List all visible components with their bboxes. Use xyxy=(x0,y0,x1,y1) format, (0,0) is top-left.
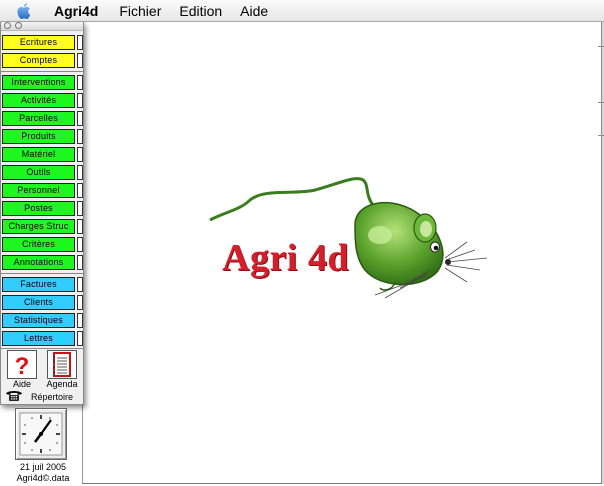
menu-bar: Agri4d Fichier Edition Aide xyxy=(0,0,604,22)
collapse-icon[interactable] xyxy=(15,22,22,29)
palette-btn-postes[interactable]: Postes xyxy=(2,201,75,216)
palette-divider xyxy=(1,348,83,349)
palette-btn-charges-struc[interactable]: Charges Struc xyxy=(2,219,75,234)
close-icon[interactable] xyxy=(4,22,11,29)
palette-divider xyxy=(1,71,83,72)
palette-btn-materiel[interactable]: Matériel xyxy=(2,147,75,162)
palette-btn-produits[interactable]: Produits xyxy=(2,129,75,144)
palette-btn-clients[interactable]: Clients xyxy=(2,295,75,310)
help-button[interactable]: ? xyxy=(7,350,37,380)
data-file-label[interactable]: Agri4d©.data xyxy=(6,473,80,483)
menu-fichier[interactable]: Fichier xyxy=(110,0,170,22)
svg-text:?: ? xyxy=(15,353,30,378)
palette-side-box[interactable] xyxy=(77,255,83,270)
edge-divider xyxy=(598,46,604,47)
palette-btn-factures[interactable]: Factures xyxy=(2,277,75,292)
help-label: Aide xyxy=(12,379,31,389)
repertoire-label[interactable]: Répertoire xyxy=(31,392,73,402)
palette-side-box[interactable] xyxy=(77,111,83,126)
palette-btn-annotations[interactable]: Annotations xyxy=(2,255,75,270)
palette-btn-outils[interactable]: Outils xyxy=(2,165,75,180)
palette-side-box[interactable] xyxy=(77,53,83,68)
palette-btn-lettres[interactable]: Lettres xyxy=(2,331,75,346)
apple-menu-icon[interactable] xyxy=(14,0,36,22)
palette-divider xyxy=(1,273,83,274)
palette-btn-ecritures[interactable]: Ecritures xyxy=(2,35,75,50)
palette-btn-interventions[interactable]: Interventions xyxy=(2,75,75,90)
palette-side-box[interactable] xyxy=(77,165,83,180)
palette-side-box[interactable] xyxy=(77,75,83,90)
palette-side-box[interactable] xyxy=(77,147,83,162)
palette-side-box[interactable] xyxy=(77,35,83,50)
palette-side-box[interactable] xyxy=(77,331,83,346)
palette-side-box[interactable] xyxy=(77,237,83,252)
agenda-icon xyxy=(53,352,71,377)
palette-btn-statistiques[interactable]: Statistiques xyxy=(2,313,75,328)
palette-side-box[interactable] xyxy=(77,93,83,108)
palette-btn-comptes[interactable]: Comptes xyxy=(2,53,75,68)
clock-widget[interactable] xyxy=(15,408,67,460)
palette-side-box[interactable] xyxy=(77,219,83,234)
agenda-button[interactable] xyxy=(47,350,77,379)
agenda-label: Agenda xyxy=(46,379,78,389)
palette-side-box[interactable] xyxy=(77,201,83,216)
palette-side-box[interactable] xyxy=(77,129,83,144)
menu-edition[interactable]: Edition xyxy=(170,0,231,22)
navigation-palette: Ecritures Comptes Interventions Activité… xyxy=(0,22,84,405)
clock-icon xyxy=(19,412,63,456)
logo-text: Agri 4d xyxy=(222,237,349,279)
help-question-icon: ? xyxy=(15,353,30,380)
edge-divider xyxy=(598,102,604,103)
palette-btn-personnel[interactable]: Personnel xyxy=(2,183,75,198)
palette-side-box[interactable] xyxy=(77,183,83,198)
palette-btn-criteres[interactable]: Critères xyxy=(2,237,75,252)
palette-btn-parcelles[interactable]: Parcelles xyxy=(2,111,75,126)
palette-side-box[interactable] xyxy=(77,313,83,328)
palette-side-box[interactable] xyxy=(77,295,83,310)
app-menu[interactable]: Agri4d xyxy=(50,0,110,22)
phone-icon[interactable] xyxy=(5,389,23,402)
palette-btn-activites[interactable]: Activités xyxy=(2,93,75,108)
palette-side-box[interactable] xyxy=(77,277,83,292)
edge-divider xyxy=(598,135,604,136)
palette-title-bar[interactable] xyxy=(1,22,83,31)
clock-date-label: 21 juil 2005 xyxy=(19,462,67,472)
menu-aide[interactable]: Aide xyxy=(231,0,277,22)
